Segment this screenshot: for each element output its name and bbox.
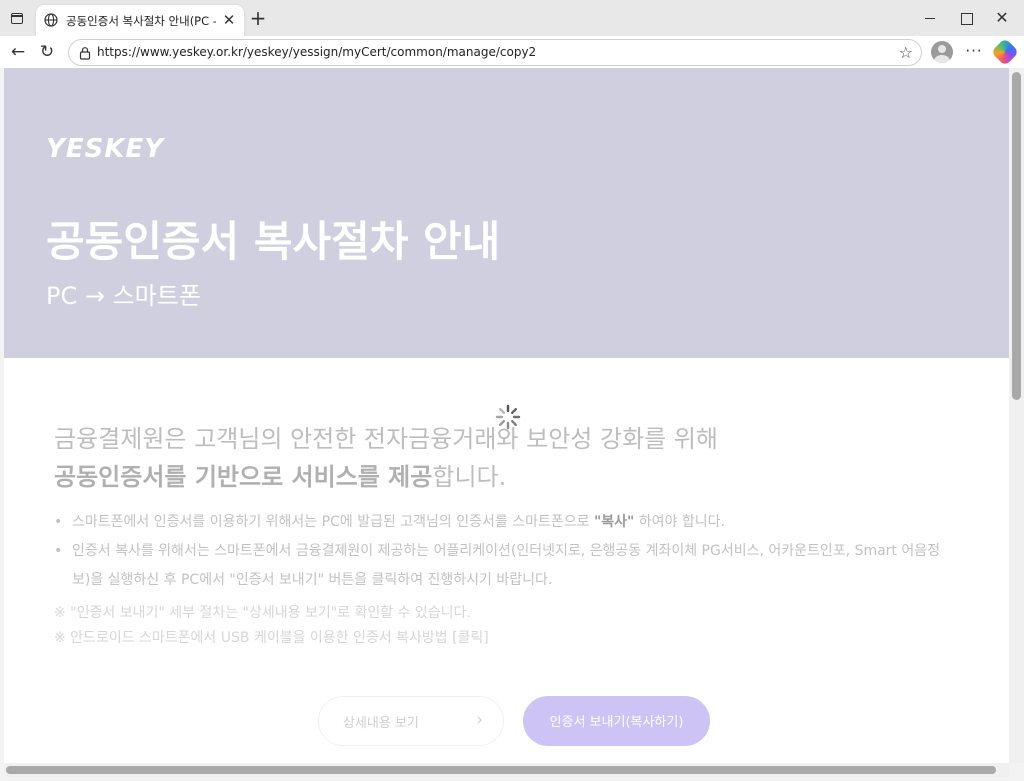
hero-banner: YESKEY 공동인증서 복사절차 안내 PC → 스마트폰 — [4, 68, 1009, 358]
page-title: 공동인증서 복사절차 안내 — [46, 217, 501, 266]
browser-tab[interactable]: 공동인증서 복사절차 안내(PC - 스 ✕ — [36, 5, 244, 36]
copilot-icon[interactable] — [990, 37, 1020, 67]
intro-text: 금융결제원은 고객님의 안전한 전자금융거래와 보안성 강화를 위해 공동인증서… — [54, 420, 954, 496]
bullet-emphasis: "복사" — [593, 514, 635, 530]
globe-icon — [44, 13, 58, 27]
yeskey-logo[interactable]: YESKEY — [46, 134, 164, 164]
detail-view-label: 상세내용 보기 — [343, 716, 419, 731]
bullet-text: 하여야 합니다. — [634, 514, 725, 530]
bullet-text: 스마트폰에서 인증서를 이용하기 위해서는 PC에 발급된 고객님의 인증서를 … — [72, 514, 594, 530]
send-certificate-label: 인증서 보내기(복사하기) — [549, 715, 684, 730]
page-subtitle: PC → 스마트폰 — [46, 282, 201, 310]
window-close-button[interactable]: ✕ — [984, 6, 1020, 30]
chevron-right-icon: › — [476, 710, 483, 730]
tab-title: 공동인증서 복사절차 안내(PC - 스 — [66, 14, 216, 28]
intro-strong: 공동인증서를 기반으로 서비스를 제공 — [54, 463, 433, 491]
loading-spinner-icon — [495, 404, 521, 430]
note-detail: ※ "인증서 보내기" 세부 절차는 "상세내용 보기"로 확인할 수 있습니다… — [54, 605, 471, 621]
profile-avatar-icon[interactable] — [931, 41, 953, 63]
list-item: 스마트폰에서 인증서를 이용하기 위해서는 PC에 발급된 고객님의 인증서를 … — [54, 508, 954, 537]
tab-strip: 공동인증서 복사절차 안내(PC - 스 ✕ + ✕ — [0, 0, 1024, 36]
horizontal-scrollbar[interactable] — [4, 763, 1009, 777]
back-button[interactable]: ← — [5, 40, 31, 64]
browser-toolbar: ← ↻ https://www.yeskey.or.kr/yeskey/yess… — [0, 36, 1024, 68]
more-menu-icon[interactable]: ··· — [962, 40, 986, 64]
site-info-icon[interactable] — [78, 46, 92, 60]
minimize-button[interactable] — [912, 6, 948, 30]
address-bar[interactable]: https://www.yeskey.or.kr/yeskey/yessign/… — [68, 39, 922, 66]
intro-line-2: 공동인증서를 기반으로 서비스를 제공합니다. — [54, 458, 954, 496]
intro-rest: 합니다. — [432, 463, 507, 491]
send-certificate-button[interactable]: 인증서 보내기(복사하기) — [523, 696, 710, 746]
reload-button[interactable]: ↻ — [34, 40, 60, 64]
page-viewport: YESKEY 공동인증서 복사절차 안내 PC → 스마트폰 금융결제원은 고객… — [4, 68, 1009, 763]
horizontal-scroll-thumb[interactable] — [6, 766, 996, 774]
info-bullet-list: 스마트폰에서 인증서를 이용하기 위해서는 PC에 발급된 고객님의 인증서를 … — [54, 508, 954, 595]
vertical-scrollbar[interactable] — [1009, 68, 1024, 763]
list-item: 인증서 복사를 위해서는 스마트폰에서 금융결제원이 제공하는 어플리케이션(인… — [54, 537, 954, 595]
tab-close-icon[interactable]: ✕ — [220, 11, 238, 29]
note-usb-link[interactable]: ※ 안드로이드 스마트폰에서 USB 케이블을 이용한 인증서 복사방법 [클릭… — [54, 626, 954, 651]
maximize-button[interactable] — [948, 6, 984, 30]
new-tab-button[interactable]: + — [248, 8, 268, 29]
favorite-star-icon[interactable]: ☆ — [899, 43, 913, 63]
vertical-scroll-thumb[interactable] — [1012, 72, 1021, 400]
detail-view-button[interactable]: 상세내용 보기 › — [318, 696, 504, 746]
notes-section: ※ "인증서 보내기" 세부 절차는 "상세내용 보기"로 확인할 수 있습니다… — [54, 601, 954, 651]
tab-actions-icon[interactable] — [6, 8, 28, 30]
url-text[interactable]: https://www.yeskey.or.kr/yeskey/yessign/… — [97, 45, 536, 59]
